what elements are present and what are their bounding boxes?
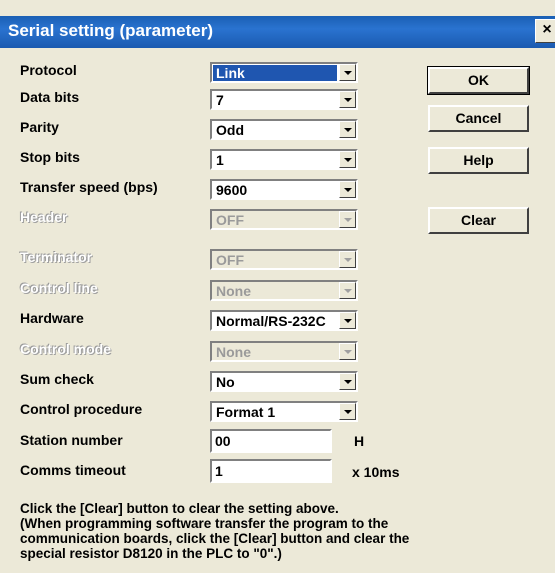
control-procedure-value: Format 1 — [216, 404, 276, 420]
header-label: Header — [20, 209, 68, 225]
station-number-label: Station number — [20, 432, 123, 448]
note-line: special resistor D8120 in the PLC to "0"… — [20, 546, 282, 561]
control-procedure-select[interactable]: Format 1 — [210, 401, 358, 422]
data-bits-select[interactable]: 7 — [210, 89, 358, 110]
terminator-select: OFF — [210, 249, 358, 270]
cancel-button[interactable]: Cancel — [428, 105, 529, 132]
hardware-select[interactable]: Normal/RS-232C — [210, 310, 358, 331]
hardware-label: Hardware — [20, 310, 84, 326]
note-line: (When programming software transfer the … — [20, 516, 389, 531]
chevron-down-icon — [344, 319, 352, 323]
protocol-label: Protocol — [20, 62, 77, 78]
control-mode-value: None — [216, 344, 251, 360]
sum-check-label: Sum check — [20, 371, 94, 387]
transfer-speed-dropdown-button[interactable] — [339, 181, 356, 198]
chevron-down-icon — [344, 289, 352, 293]
comms-timeout-value: 1 — [215, 463, 223, 479]
parity-dropdown-button[interactable] — [339, 121, 356, 138]
note-line: Click the [Clear] button to clear the se… — [20, 501, 339, 516]
terminator-dropdown-button — [339, 251, 356, 268]
stop-bits-select[interactable]: 1 — [210, 149, 358, 170]
data-bits-label: Data bits — [20, 89, 80, 105]
control-line-dropdown-button — [339, 282, 356, 299]
ok-button[interactable]: OK — [427, 66, 530, 95]
control-line-select: None — [210, 280, 358, 301]
comms-timeout-input[interactable]: 1 — [210, 459, 332, 483]
transfer-speed-label: Transfer speed (bps) — [20, 179, 158, 195]
header-dropdown-button — [339, 211, 356, 228]
chevron-down-icon — [344, 128, 352, 132]
stop-bits-label: Stop bits — [20, 149, 80, 165]
terminator-value: OFF — [216, 252, 244, 268]
control-procedure-dropdown-button[interactable] — [339, 403, 356, 420]
transfer-speed-value: 9600 — [216, 182, 248, 198]
data-bits-value: 7 — [216, 92, 224, 108]
protocol-value: Link — [213, 65, 337, 81]
terminator-label: Terminator — [20, 249, 93, 265]
chevron-down-icon — [344, 188, 352, 192]
note-line: communication boards, click the [Clear] … — [20, 531, 410, 546]
protocol-select[interactable]: Link — [210, 62, 358, 83]
title-bar[interactable]: Serial setting (parameter) × — [0, 16, 555, 48]
transfer-speed-select[interactable]: 9600 — [210, 179, 358, 200]
comms-timeout-unit: x 10ms — [352, 464, 400, 480]
header-select: OFF — [210, 209, 358, 230]
control-mode-label: Control mode — [20, 341, 111, 357]
control-line-value: None — [216, 283, 251, 299]
sum-check-select[interactable]: No — [210, 371, 358, 392]
sum-check-value: No — [216, 374, 235, 390]
header-value: OFF — [216, 212, 244, 228]
control-procedure-label: Control procedure — [20, 401, 143, 417]
parity-value: Odd — [216, 122, 244, 138]
chevron-down-icon — [344, 98, 352, 102]
chevron-down-icon — [344, 410, 352, 414]
control-line-label: Control line — [20, 280, 98, 296]
parity-label: Parity — [20, 119, 59, 135]
chevron-down-icon — [344, 71, 352, 75]
close-button[interactable]: × — [535, 19, 555, 43]
station-number-unit: H — [354, 433, 365, 449]
chevron-down-icon — [344, 350, 352, 354]
parity-select[interactable]: Odd — [210, 119, 358, 140]
help-button[interactable]: Help — [428, 147, 529, 174]
hardware-value: Normal/RS-232C — [216, 313, 326, 329]
stop-bits-dropdown-button[interactable] — [339, 151, 356, 168]
hardware-dropdown-button[interactable] — [339, 312, 356, 329]
data-bits-dropdown-button[interactable] — [339, 91, 356, 108]
chevron-down-icon — [344, 258, 352, 262]
station-number-input[interactable]: 00 — [210, 429, 332, 453]
chevron-down-icon — [344, 218, 352, 222]
comms-timeout-label: Comms timeout — [20, 462, 126, 478]
chevron-down-icon — [344, 158, 352, 162]
window-title: Serial setting (parameter) — [8, 21, 214, 40]
control-mode-dropdown-button — [339, 343, 356, 360]
sum-check-dropdown-button[interactable] — [339, 373, 356, 390]
protocol-dropdown-button[interactable] — [339, 64, 356, 81]
clear-button[interactable]: Clear — [428, 207, 529, 234]
station-number-value: 00 — [215, 433, 231, 449]
chevron-down-icon — [344, 380, 352, 384]
stop-bits-value: 1 — [216, 152, 224, 168]
serial-setting-dialog: Serial setting (parameter) × Protocol Li… — [0, 0, 555, 573]
control-mode-select: None — [210, 341, 358, 362]
info-note: Click the [Clear] button to clear the se… — [20, 501, 545, 561]
